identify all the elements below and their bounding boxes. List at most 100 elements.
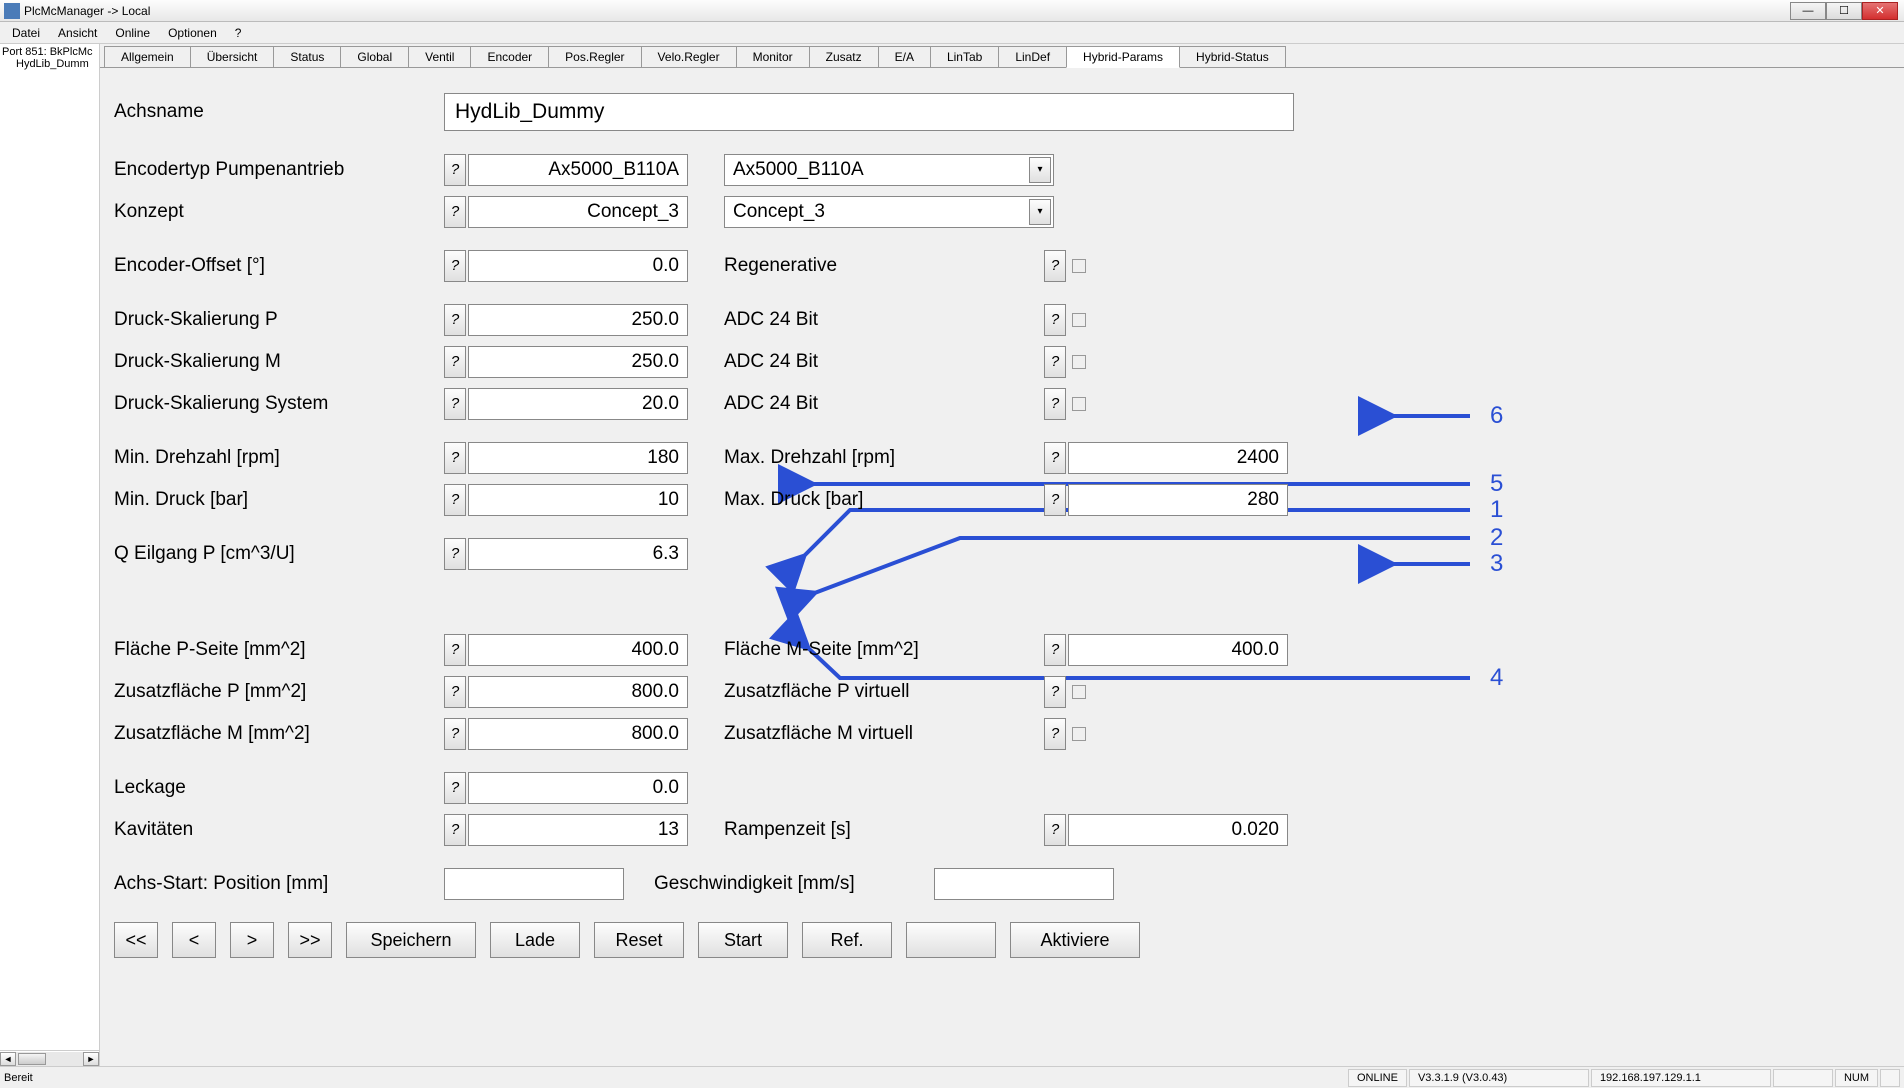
chevron-down-icon[interactable]: ▾ <box>1029 199 1051 225</box>
menu-datei[interactable]: Datei <box>4 24 48 42</box>
max-drehzahl-input[interactable] <box>1068 442 1288 474</box>
ref-button[interactable]: Ref. <box>802 922 892 958</box>
encodertyp-dropdown[interactable]: Ax5000_B110A ▾ <box>724 154 1054 186</box>
window-close-button[interactable]: ✕ <box>1862 2 1898 20</box>
scroll-thumb[interactable] <box>18 1053 46 1065</box>
achsname-input[interactable] <box>444 93 1294 131</box>
adc-p-help-button[interactable]: ? <box>1044 304 1066 336</box>
rampenzeit-help-button[interactable]: ? <box>1044 814 1066 846</box>
min-drehzahl-input[interactable] <box>468 442 688 474</box>
nav-prev-button[interactable]: < <box>172 922 216 958</box>
druck-sys-input[interactable] <box>468 388 688 420</box>
max-druck-help-button[interactable]: ? <box>1044 484 1066 516</box>
side-axis-label[interactable]: HydLib_Dumm <box>2 58 97 70</box>
tab-zusatz[interactable]: Zusatz <box>809 46 879 67</box>
reset-button[interactable]: Reset <box>594 922 684 958</box>
enc-offset-help-button[interactable]: ? <box>444 250 466 282</box>
zusatz-m-virt-checkbox[interactable] <box>1072 727 1086 741</box>
flaeche-p-input[interactable] <box>468 634 688 666</box>
tab-allgemein[interactable]: Allgemein <box>104 46 191 67</box>
zusatz-p-virt-help-button[interactable]: ? <box>1044 676 1066 708</box>
regenerative-checkbox[interactable] <box>1072 259 1086 273</box>
tab-lintab[interactable]: LinTab <box>930 46 999 67</box>
tab-status[interactable]: Status <box>273 46 341 67</box>
kavitaeten-help-button[interactable]: ? <box>444 814 466 846</box>
nav-first-button[interactable]: << <box>114 922 158 958</box>
min-druck-input[interactable] <box>468 484 688 516</box>
save-button[interactable]: Speichern <box>346 922 476 958</box>
nav-last-button[interactable]: >> <box>288 922 332 958</box>
zusatz-m-help-button[interactable]: ? <box>444 718 466 750</box>
tab-posregler[interactable]: Pos.Regler <box>548 46 641 67</box>
rampenzeit-input[interactable] <box>1068 814 1288 846</box>
druck-p-help-button[interactable]: ? <box>444 304 466 336</box>
side-scrollbar[interactable]: ◄ ► <box>0 1050 99 1066</box>
tab-lindef[interactable]: LinDef <box>998 46 1067 67</box>
konzept-dropdown[interactable]: Concept_3 ▾ <box>724 196 1054 228</box>
zusatz-p-help-button[interactable]: ? <box>444 676 466 708</box>
tab-ea[interactable]: E/A <box>878 46 931 67</box>
tab-ventil[interactable]: Ventil <box>408 46 471 67</box>
tab-global[interactable]: Global <box>340 46 409 67</box>
scroll-left-icon[interactable]: ◄ <box>0 1052 16 1066</box>
min-druck-help-button[interactable]: ? <box>444 484 466 516</box>
kavitaeten-input[interactable] <box>468 814 688 846</box>
flaeche-m-input[interactable] <box>1068 634 1288 666</box>
menu-help[interactable]: ? <box>227 24 250 42</box>
adc-m-checkbox[interactable] <box>1072 355 1086 369</box>
tab-hybrid-params[interactable]: Hybrid-Params <box>1066 46 1180 68</box>
leckage-help-button[interactable]: ? <box>444 772 466 804</box>
tab-monitor[interactable]: Monitor <box>736 46 810 67</box>
encodertyp-input[interactable] <box>468 154 688 186</box>
achs-start-input[interactable] <box>444 868 624 900</box>
druck-sys-help-button[interactable]: ? <box>444 388 466 420</box>
q-eilgang-input[interactable] <box>468 538 688 570</box>
druck-p-input[interactable] <box>468 304 688 336</box>
adc-p-checkbox[interactable] <box>1072 313 1086 327</box>
min-drehzahl-label: Min. Drehzahl [rpm] <box>114 447 444 469</box>
menu-ansicht[interactable]: Ansicht <box>50 24 105 42</box>
tab-hybrid-status[interactable]: Hybrid-Status <box>1179 46 1286 67</box>
window-title: PlcMcManager -> Local <box>24 4 150 18</box>
min-drehzahl-help-button[interactable]: ? <box>444 442 466 474</box>
encodertyp-help-button[interactable]: ? <box>444 154 466 186</box>
window-minimize-button[interactable]: — <box>1790 2 1826 20</box>
max-druck-input[interactable] <box>1068 484 1288 516</box>
zusatz-p-input[interactable] <box>468 676 688 708</box>
tab-encoder[interactable]: Encoder <box>470 46 549 67</box>
q-eilgang-help-button[interactable]: ? <box>444 538 466 570</box>
kavitaeten-label: Kavitäten <box>114 819 444 841</box>
load-button[interactable]: Lade <box>490 922 580 958</box>
leckage-input[interactable] <box>468 772 688 804</box>
max-drehzahl-help-button[interactable]: ? <box>1044 442 1066 474</box>
max-drehzahl-label: Max. Drehzahl [rpm] <box>724 447 1044 469</box>
tab-veloregler[interactable]: Velo.Regler <box>641 46 737 67</box>
enc-offset-input[interactable] <box>468 250 688 282</box>
zusatz-m-input[interactable] <box>468 718 688 750</box>
adc-sys-help-button[interactable]: ? <box>1044 388 1066 420</box>
regenerative-help-button[interactable]: ? <box>1044 250 1066 282</box>
adc-m-help-button[interactable]: ? <box>1044 346 1066 378</box>
zusatz-m-virt-help-button[interactable]: ? <box>1044 718 1066 750</box>
adc-sys-checkbox[interactable] <box>1072 397 1086 411</box>
scroll-right-icon[interactable]: ► <box>83 1052 99 1066</box>
flaeche-p-help-button[interactable]: ? <box>444 634 466 666</box>
activate-button[interactable]: Aktiviere <box>1010 922 1140 958</box>
zusatz-p-virt-checkbox[interactable] <box>1072 685 1086 699</box>
blank-button[interactable] <box>906 922 996 958</box>
druck-m-help-button[interactable]: ? <box>444 346 466 378</box>
menu-optionen[interactable]: Optionen <box>160 24 225 42</box>
side-port-label[interactable]: Port 851: BkPlcMc <box>2 46 97 58</box>
tab-uebersicht[interactable]: Übersicht <box>190 46 275 67</box>
flaeche-m-help-button[interactable]: ? <box>1044 634 1066 666</box>
geschw-input[interactable] <box>934 868 1114 900</box>
konzept-help-button[interactable]: ? <box>444 196 466 228</box>
start-button[interactable]: Start <box>698 922 788 958</box>
encodertyp-label: Encodertyp Pumpenantrieb <box>114 159 444 181</box>
nav-next-button[interactable]: > <box>230 922 274 958</box>
konzept-input[interactable] <box>468 196 688 228</box>
window-maximize-button[interactable]: ☐ <box>1826 2 1862 20</box>
chevron-down-icon[interactable]: ▾ <box>1029 157 1051 183</box>
menu-online[interactable]: Online <box>107 24 158 42</box>
druck-m-input[interactable] <box>468 346 688 378</box>
